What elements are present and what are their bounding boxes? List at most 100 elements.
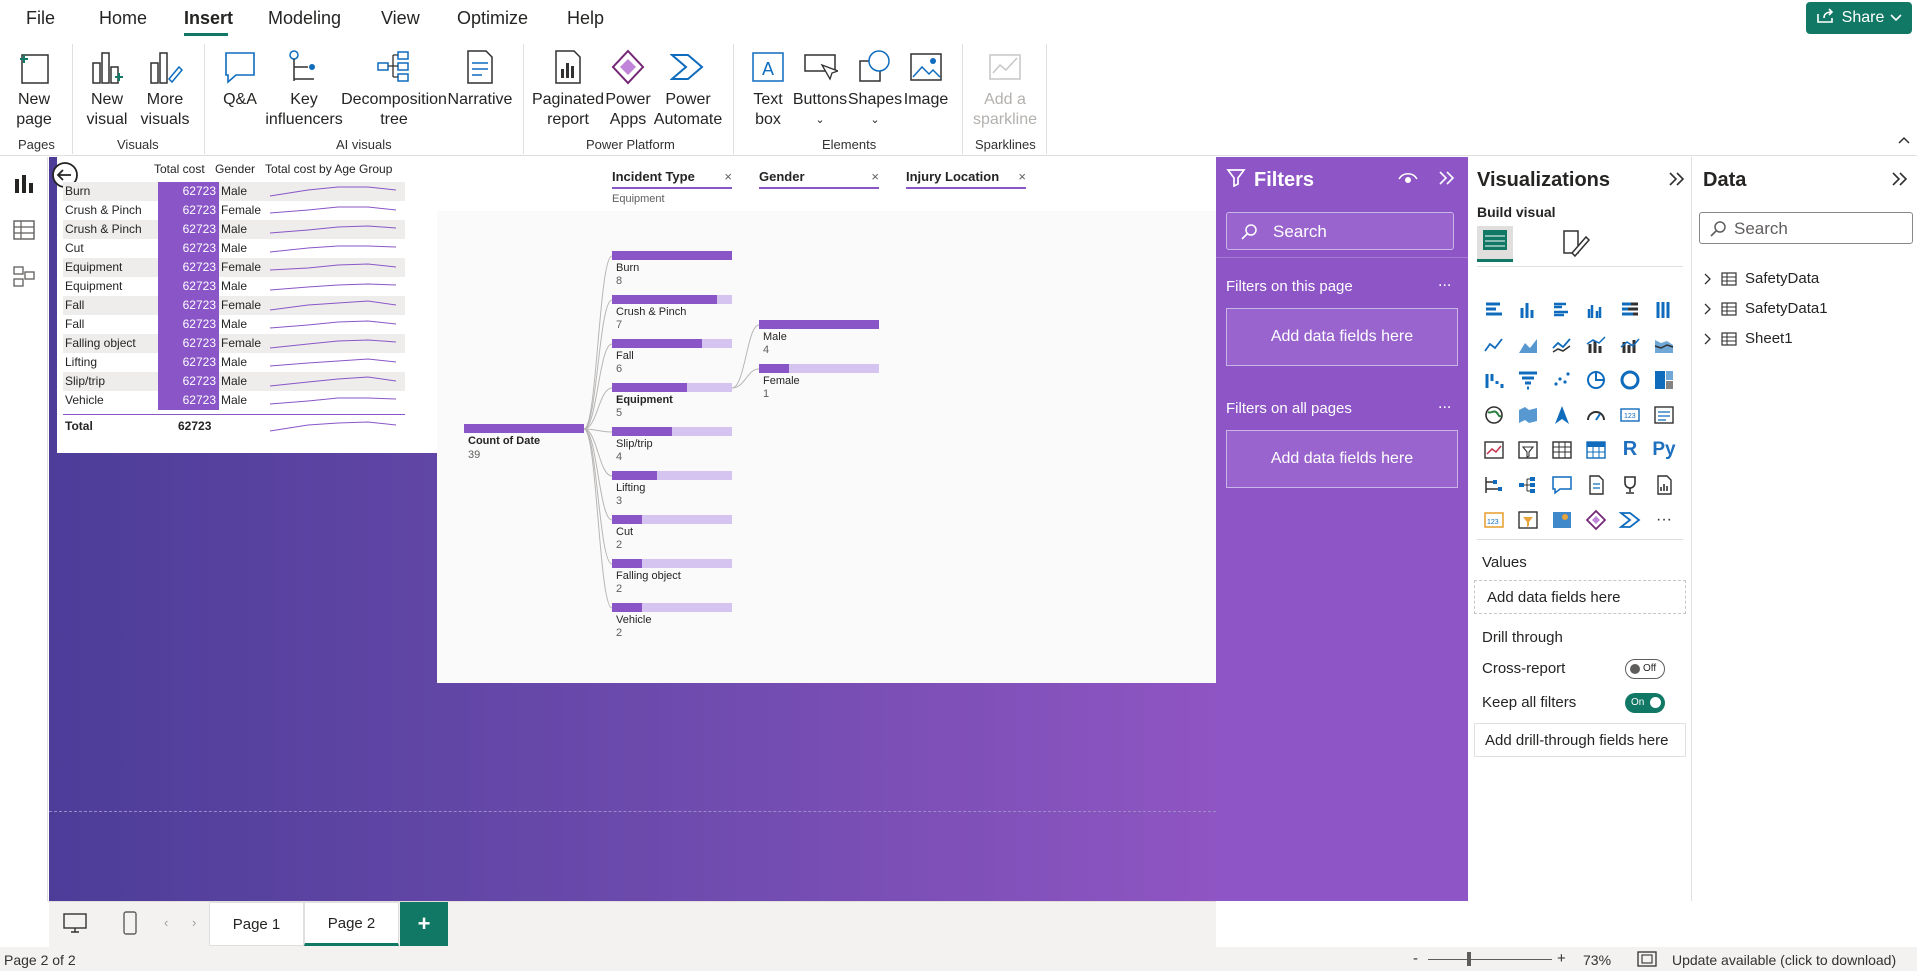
stacked-area-icon[interactable]: [1545, 327, 1579, 362]
tab-page-1[interactable]: Page 1: [209, 902, 304, 946]
next-page-icon[interactable]: ›: [192, 915, 196, 930]
map-icon[interactable]: [1477, 397, 1511, 432]
filled-map-icon[interactable]: [1511, 397, 1545, 432]
header-sparkline[interactable]: Total cost by Age Group: [265, 162, 392, 176]
menu-file[interactable]: File: [26, 8, 55, 29]
cross-report-toggle[interactable]: Off: [1625, 659, 1665, 679]
shapes-button[interactable]: Shapes ⌄: [848, 48, 902, 130]
header-gender[interactable]: Gender: [215, 162, 255, 176]
table-row[interactable]: Equipment 62723 Female: [63, 258, 405, 277]
collapse-pane-icon[interactable]: [1438, 170, 1456, 191]
fit-to-page-icon[interactable]: [1637, 951, 1657, 970]
matrix-icon[interactable]: [1579, 432, 1613, 467]
format-visual-tab[interactable]: [1560, 227, 1592, 264]
table-row[interactable]: Cut 62723 Male: [63, 239, 405, 258]
table-visual[interactable]: Total cost Gender Total cost by Age Grou…: [52, 157, 437, 453]
decomp-node-bar[interactable]: [612, 295, 732, 304]
table-row[interactable]: Falling object 62723 Female: [63, 334, 405, 353]
decomp-node-bar[interactable]: [759, 320, 879, 329]
new-visual-button[interactable]: New visual: [84, 48, 130, 130]
data-search-input[interactable]: Search: [1699, 212, 1913, 244]
paginated-icon[interactable]: [1647, 467, 1681, 502]
zoom-slider-thumb[interactable]: [1467, 952, 1471, 966]
key-influencers-icon[interactable]: [1477, 467, 1511, 502]
funnel-icon[interactable]: [1511, 362, 1545, 397]
table-row[interactable]: Fall 62723 Female: [63, 296, 405, 315]
kpi-icon[interactable]: [1477, 432, 1511, 467]
collapse-pane-icon[interactable]: [1668, 171, 1686, 192]
tab-page-2[interactable]: Page 2: [304, 902, 399, 946]
decomp-node-bar[interactable]: [612, 383, 732, 392]
line-chart-icon[interactable]: [1477, 327, 1511, 362]
decomp-node-bar[interactable]: [612, 471, 732, 480]
collapse-ribbon-icon[interactable]: [1898, 132, 1910, 150]
zoom-out-button[interactable]: -: [1413, 950, 1418, 967]
menu-help[interactable]: Help: [567, 8, 604, 29]
buttons-button[interactable]: Buttons ⌄: [792, 48, 848, 130]
decomp-node-bar[interactable]: [612, 603, 732, 612]
decomposition-tree-button[interactable]: Decomposition tree: [341, 48, 447, 130]
100-bar-icon[interactable]: [1613, 292, 1647, 327]
multirow-card-icon[interactable]: [1647, 397, 1681, 432]
qa-button[interactable]: Q&A: [218, 48, 262, 110]
trophy-icon[interactable]: [1613, 467, 1647, 502]
table-row[interactable]: Fall 62723 Male: [63, 315, 405, 334]
build-visual-tab[interactable]: [1477, 226, 1513, 262]
add-sparkline-button[interactable]: Add a sparkline: [972, 48, 1038, 130]
line-column-icon[interactable]: [1579, 327, 1613, 362]
add-all-pages-filter-well[interactable]: Add data fields here: [1226, 430, 1458, 488]
drill-through-well[interactable]: Add drill-through fields here: [1474, 723, 1686, 757]
card-icon[interactable]: 123: [1613, 397, 1647, 432]
ribbon-chart-icon[interactable]: [1647, 327, 1681, 362]
more-options-icon[interactable]: ...: [1438, 273, 1451, 291]
azure-map-icon[interactable]: [1545, 397, 1579, 432]
decomp-node-bar[interactable]: [612, 251, 732, 260]
keep-filters-toggle[interactable]: On: [1625, 693, 1665, 713]
new-page-button[interactable]: New page: [9, 48, 59, 130]
image-button[interactable]: Image: [902, 48, 950, 110]
previous-page-icon[interactable]: ‹: [164, 915, 168, 930]
decomposition-tree-icon[interactable]: [1511, 467, 1545, 502]
add-page-filter-well[interactable]: Add data fields here: [1226, 308, 1458, 366]
clustered-bar-icon[interactable]: [1545, 292, 1579, 327]
zoom-in-button[interactable]: +: [1557, 950, 1566, 967]
power-apps-button[interactable]: Power Apps: [605, 48, 651, 130]
collapse-pane-icon[interactable]: [1891, 171, 1909, 192]
menu-modeling[interactable]: Modeling: [268, 8, 341, 29]
add-page-button[interactable]: +: [400, 902, 448, 946]
data-table-item[interactable]: Sheet1: [1703, 330, 1793, 347]
power-automate-button[interactable]: Power Automate: [654, 48, 722, 130]
treemap-icon[interactable]: [1647, 362, 1681, 397]
values-well[interactable]: Add data fields here: [1474, 580, 1686, 614]
menu-insert[interactable]: Insert: [184, 8, 233, 29]
zoom-slider[interactable]: [1428, 959, 1552, 960]
table-row[interactable]: Lifting 62723 Male: [63, 353, 405, 372]
decomp-node-bar[interactable]: [612, 515, 732, 524]
power-automate-icon[interactable]: [1613, 502, 1647, 537]
share-button[interactable]: Share: [1806, 2, 1912, 34]
arcgis-icon[interactable]: [1545, 502, 1579, 537]
model-view-icon[interactable]: [11, 263, 37, 289]
donut-chart-icon[interactable]: [1613, 362, 1647, 397]
table-row[interactable]: Crush & Pinch 62723 Male: [63, 220, 405, 239]
root-bar[interactable]: [464, 424, 584, 433]
more-options-icon[interactable]: ...: [1438, 395, 1451, 413]
decomp-node-bar[interactable]: [612, 427, 732, 436]
narrative-icon[interactable]: [1579, 467, 1613, 502]
table-view-icon[interactable]: [11, 217, 37, 243]
menu-view[interactable]: View: [381, 8, 420, 29]
slicer-new-icon[interactable]: [1511, 502, 1545, 537]
text-box-button[interactable]: A Text box: [748, 48, 788, 130]
data-table-item[interactable]: SafetyData: [1703, 270, 1819, 287]
decomp-node-bar[interactable]: [612, 339, 732, 348]
waterfall-icon[interactable]: [1477, 362, 1511, 397]
desktop-layout-icon[interactable]: [62, 912, 88, 939]
line-clustered-icon[interactable]: [1613, 327, 1647, 362]
data-table-item[interactable]: SafetyData1: [1703, 300, 1828, 317]
area-chart-icon[interactable]: [1511, 327, 1545, 362]
power-apps-icon[interactable]: [1579, 502, 1613, 537]
python-visual-icon[interactable]: Py: [1647, 432, 1681, 467]
gauge-icon[interactable]: [1579, 397, 1613, 432]
filters-search-input[interactable]: Search: [1226, 212, 1454, 250]
stacked-bar-icon[interactable]: [1477, 292, 1511, 327]
